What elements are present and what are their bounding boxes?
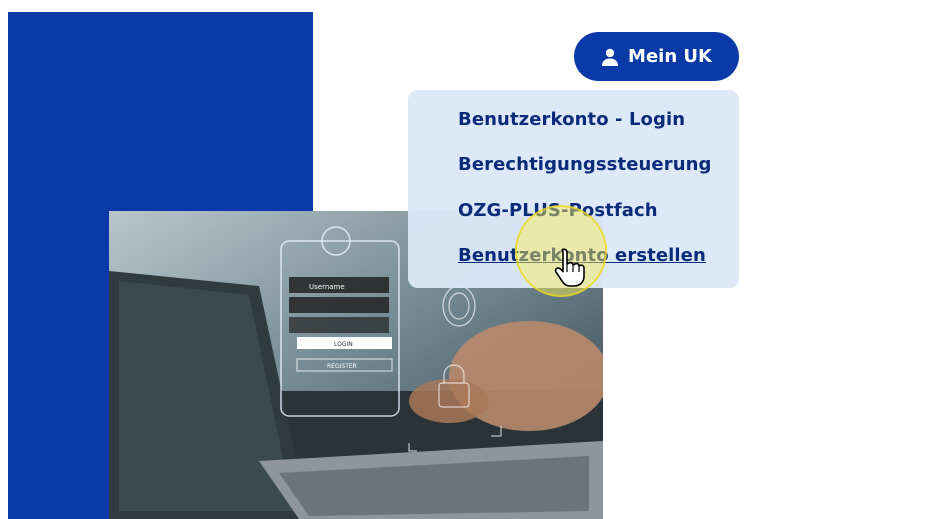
menu-item-ozg-plus-postfach[interactable]: OZG-PLUS-Postfach xyxy=(458,200,658,221)
mein-uk-account-button[interactable]: Mein UK xyxy=(574,32,739,81)
hero-register-text: REGISTER xyxy=(327,363,357,370)
user-icon xyxy=(601,48,619,66)
menu-item-berechtigungssteuerung[interactable]: Berechtigungssteuerung xyxy=(458,154,712,175)
menu-item-benutzerkonto-erstellen[interactable]: Benutzerkonto erstellen xyxy=(458,245,706,266)
hero-login-text: LOGIN xyxy=(334,341,353,348)
hero-username-text: Username xyxy=(309,283,345,291)
menu-item-benutzerkonto-login[interactable]: Benutzerkonto - Login xyxy=(458,109,685,130)
mein-uk-label: Mein UK xyxy=(628,46,712,67)
account-dropdown-menu: Benutzerkonto - Login Berechtigungssteue… xyxy=(408,90,739,288)
